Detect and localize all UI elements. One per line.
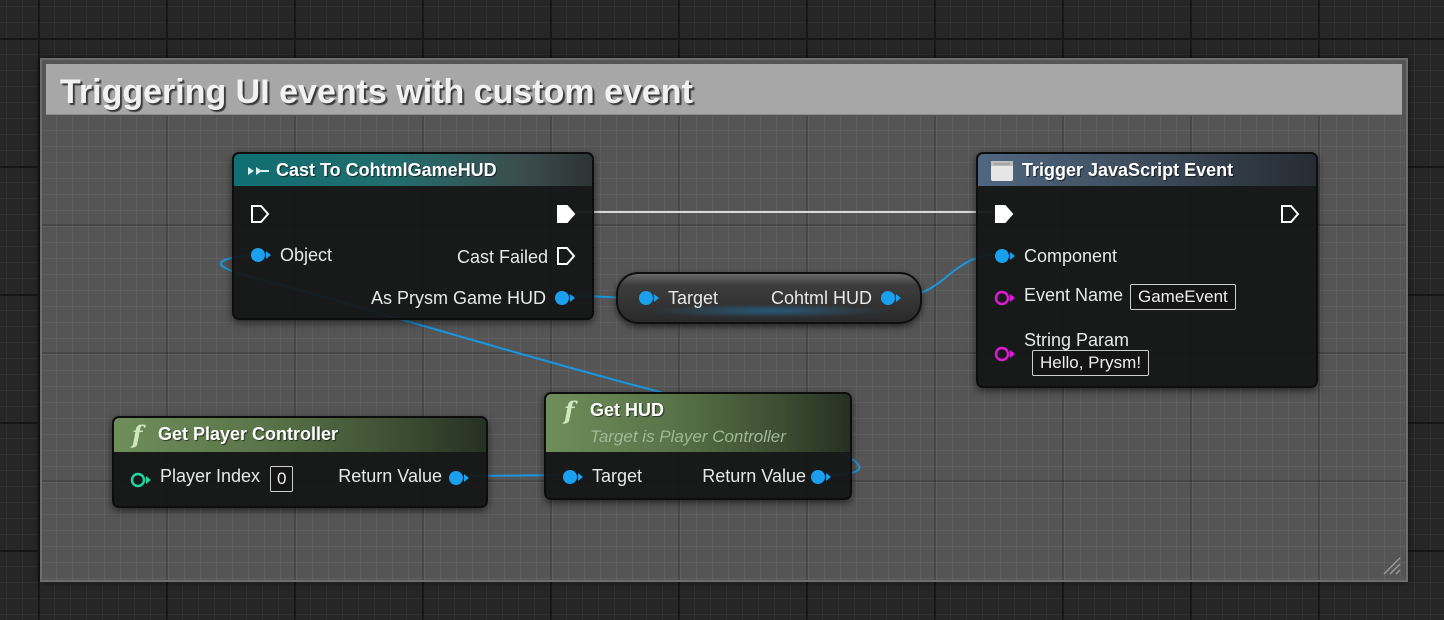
function-f-icon: f — [132, 420, 143, 449]
cast-as-hud-label: As Prysm Game HUD — [370, 288, 546, 308]
cohtml-target-pin[interactable] — [638, 290, 662, 306]
get-pc-title: Get Player Controller — [158, 424, 339, 444]
trigger-exec-in-pin[interactable] — [994, 204, 1014, 224]
function-f-icon: f — [564, 396, 575, 425]
get-hud-subtitle: Target is Player Controller — [590, 427, 786, 446]
cast-object-pin[interactable] — [250, 247, 274, 263]
cast-object-label: Object — [280, 245, 333, 265]
cast-node-header[interactable]: Cast To CohtmlGameHUD — [234, 154, 592, 186]
cast-failed-label: Cast Failed — [456, 247, 548, 267]
cast-node-title: Cast To CohtmlGameHUD — [276, 160, 497, 180]
trigger-string-param-pin[interactable] — [994, 346, 1018, 362]
cohtml-output-label: Cohtml HUD — [770, 288, 872, 308]
get-pc-return-label: Return Value — [338, 466, 442, 486]
get-hud-return-label: Return Value — [702, 466, 806, 486]
cast-as-hud-pin[interactable] — [554, 290, 578, 306]
trigger-event-name-label: Event Name — [1024, 285, 1124, 305]
trigger-string-param-label: String Param — [1024, 330, 1130, 350]
cohtml-output-pin[interactable] — [880, 290, 904, 306]
player-index-label: Player Index — [160, 466, 261, 486]
player-index-input[interactable]: 0 — [270, 466, 294, 492]
trigger-component-pin[interactable] — [994, 248, 1018, 264]
get-player-controller-node[interactable]: f Get Player Controller Player Index 0 R… — [112, 416, 488, 508]
get-hud-target-label: Target — [592, 466, 643, 486]
cast-arrow-icon — [248, 167, 269, 175]
trigger-node-title: Trigger JavaScript Event — [1022, 160, 1234, 180]
cast-failed-exec-pin[interactable] — [556, 246, 576, 266]
player-index-pin[interactable] — [130, 472, 154, 488]
event-name-input[interactable]: GameEvent — [1130, 284, 1236, 310]
trigger-js-event-node[interactable]: Trigger JavaScript Event Component Event… — [976, 152, 1318, 388]
cast-to-cohtml-node[interactable]: Cast To CohtmlGameHUD Object Cast Failed… — [232, 152, 594, 320]
get-hud-return-pin[interactable] — [810, 469, 834, 485]
cast-exec-out-pin[interactable] — [556, 204, 576, 224]
trigger-component-label: Component — [1024, 246, 1118, 266]
trigger-node-header[interactable]: Trigger JavaScript Event — [978, 154, 1316, 186]
string-param-input[interactable]: Hello, Prysm! — [1032, 350, 1150, 376]
cast-exec-in-pin[interactable] — [250, 204, 270, 224]
trigger-exec-out-pin[interactable] — [1280, 204, 1300, 224]
function-box-icon — [991, 161, 1013, 181]
get-hud-target-pin[interactable] — [562, 469, 586, 485]
trigger-event-name-pin[interactable] — [994, 290, 1018, 306]
cohtml-target-label: Target — [668, 288, 719, 308]
cohtml-hud-node[interactable]: Target Cohtml HUD — [616, 272, 922, 324]
get-hud-title: Get HUD — [590, 400, 665, 420]
blueprint-graph[interactable]: Triggering UI events with custom event C… — [0, 0, 1444, 620]
get-hud-node-header[interactable]: f Get HUD Target is Player Controller — [546, 394, 850, 452]
get-hud-node[interactable]: f Get HUD Target is Player Controller Ta… — [544, 392, 852, 500]
get-pc-return-pin[interactable] — [448, 470, 472, 486]
get-pc-node-header[interactable]: f Get Player Controller — [114, 418, 486, 452]
